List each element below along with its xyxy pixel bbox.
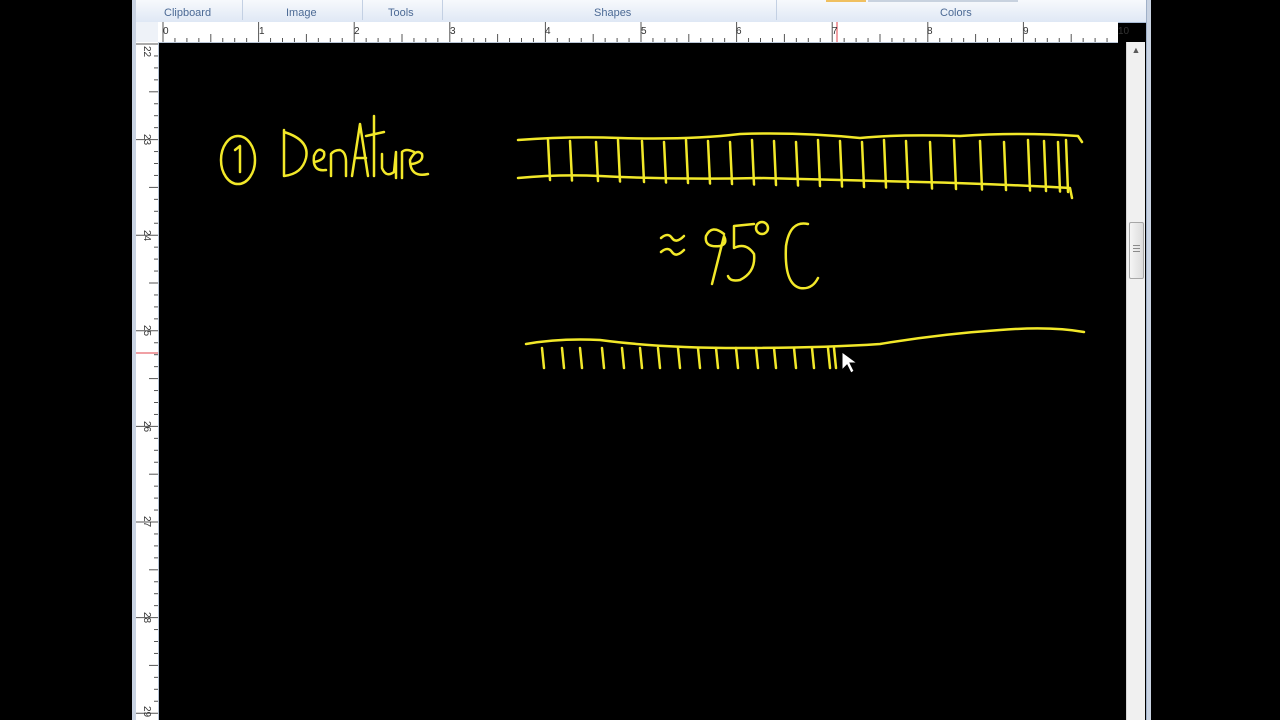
handwriting-layer (219, 114, 1086, 374)
single-base (754, 346, 760, 370)
ruler-label: 8 (927, 26, 933, 37)
single-base (810, 346, 816, 370)
scroll-up-arrow-icon[interactable]: ▲ (1127, 42, 1145, 58)
ruler-label: 10 (1118, 26, 1130, 37)
handwritten-letter-D (282, 128, 308, 178)
base-pair-rung (684, 138, 690, 185)
thumb-grip-line (1133, 248, 1140, 249)
selected-color-swatch[interactable] (826, 0, 866, 2)
ruler-label: 0 (163, 26, 169, 37)
window-right-border (1146, 0, 1151, 720)
ruler-label: 7 (832, 26, 838, 37)
handwritten-digit-5 (726, 222, 756, 282)
base-pair-rung (1056, 140, 1062, 193)
single-base (714, 346, 720, 370)
single-base (772, 346, 778, 370)
scroll-thumb[interactable] (1129, 222, 1144, 279)
circled-number-1-circle (219, 134, 257, 186)
handwritten-letter-n (329, 148, 348, 178)
degree-symbol (754, 220, 770, 236)
approx-symbol-top (659, 233, 686, 242)
horizontal-ruler-ticks (162, 22, 1108, 42)
handwritten-letter-e (312, 148, 328, 172)
ruler-label: 27 (141, 516, 152, 528)
group-label-tools: Tools (388, 7, 414, 19)
single-base (638, 346, 644, 370)
single-strand-bases (540, 346, 838, 370)
thumb-grip-line (1133, 245, 1140, 246)
vertical-ruler: 22 23 24 25 26 27 28 29 (136, 42, 159, 720)
single-base (600, 346, 606, 370)
group-label-image: Image (286, 7, 317, 19)
ribbon-group-labels: Clipboard Image Tools Shapes Colors (136, 0, 1146, 23)
group-separator (776, 0, 777, 20)
dna-lower-strand (516, 174, 1074, 200)
base-pair-rung (952, 138, 958, 191)
single-base (620, 346, 626, 370)
single-base (734, 346, 740, 370)
ruler-label: 26 (141, 421, 152, 433)
outer-right-background (1150, 0, 1280, 720)
base-pair-rung (1064, 138, 1070, 194)
ruler-label: 25 (141, 325, 152, 337)
ruler-label: 28 (141, 612, 152, 624)
group-label-clipboard: Clipboard (164, 7, 212, 19)
base-pair-rung (1002, 140, 1008, 192)
single-strand-backbone (524, 327, 1086, 350)
single-base (792, 346, 798, 370)
ruler-label: 2 (354, 26, 360, 37)
single-base (676, 346, 682, 370)
single-base (696, 346, 702, 370)
vertical-scrollbar[interactable]: ▲ (1126, 42, 1145, 720)
ruler-label: 24 (141, 230, 152, 242)
group-label-shapes: Shapes (594, 7, 632, 19)
single-base (560, 346, 566, 370)
group-separator (442, 0, 443, 20)
group-separator (362, 0, 363, 20)
single-base (832, 346, 838, 370)
handwritten-letter-A (350, 122, 370, 178)
ruler-label: 6 (736, 26, 742, 37)
color-palette-edge[interactable] (868, 0, 1018, 2)
ruler-label: 5 (641, 26, 647, 37)
base-pair-rung (978, 139, 984, 191)
single-base (826, 346, 832, 370)
handwritten-letter-e (408, 150, 430, 176)
thumb-grip-line (1133, 251, 1140, 252)
mouse-pointer-icon (841, 351, 859, 374)
ruler-label: 29 (141, 706, 152, 718)
handwritten-letter-C (784, 222, 820, 290)
ruler-label: 1 (259, 26, 265, 37)
ruler-label: 3 (450, 26, 456, 37)
base-pair-rung (546, 138, 552, 182)
base-pair-rung (1026, 138, 1032, 192)
base-pair-rung (616, 138, 622, 183)
ruler-label: 4 (545, 26, 551, 37)
base-pair-rung (662, 140, 668, 184)
single-base (578, 346, 584, 370)
group-label-colors: Colors (940, 7, 972, 19)
handwritten-letter-u (380, 150, 398, 180)
horizontal-ruler: 0 1 2 3 4 5 6 7 8 9 10 (158, 22, 1129, 43)
circled-number-1-digit (233, 144, 242, 174)
outer-left-background (0, 0, 132, 720)
approx-symbol-bottom (659, 247, 686, 256)
ruler-label: 22 (141, 46, 152, 58)
handwritten-digit-9 (704, 228, 727, 286)
ruler-label: 9 (1023, 26, 1029, 37)
ruler-label: 23 (141, 134, 152, 146)
base-pair-rung (1042, 139, 1048, 193)
drawing-canvas[interactable] (160, 44, 1118, 720)
single-base (540, 346, 546, 370)
group-separator (242, 0, 243, 20)
single-base (656, 346, 662, 370)
dna-upper-strand (516, 132, 1084, 144)
ruler-corner (136, 22, 159, 43)
base-pair-rung (640, 139, 646, 184)
base-pair-rung (706, 139, 712, 185)
